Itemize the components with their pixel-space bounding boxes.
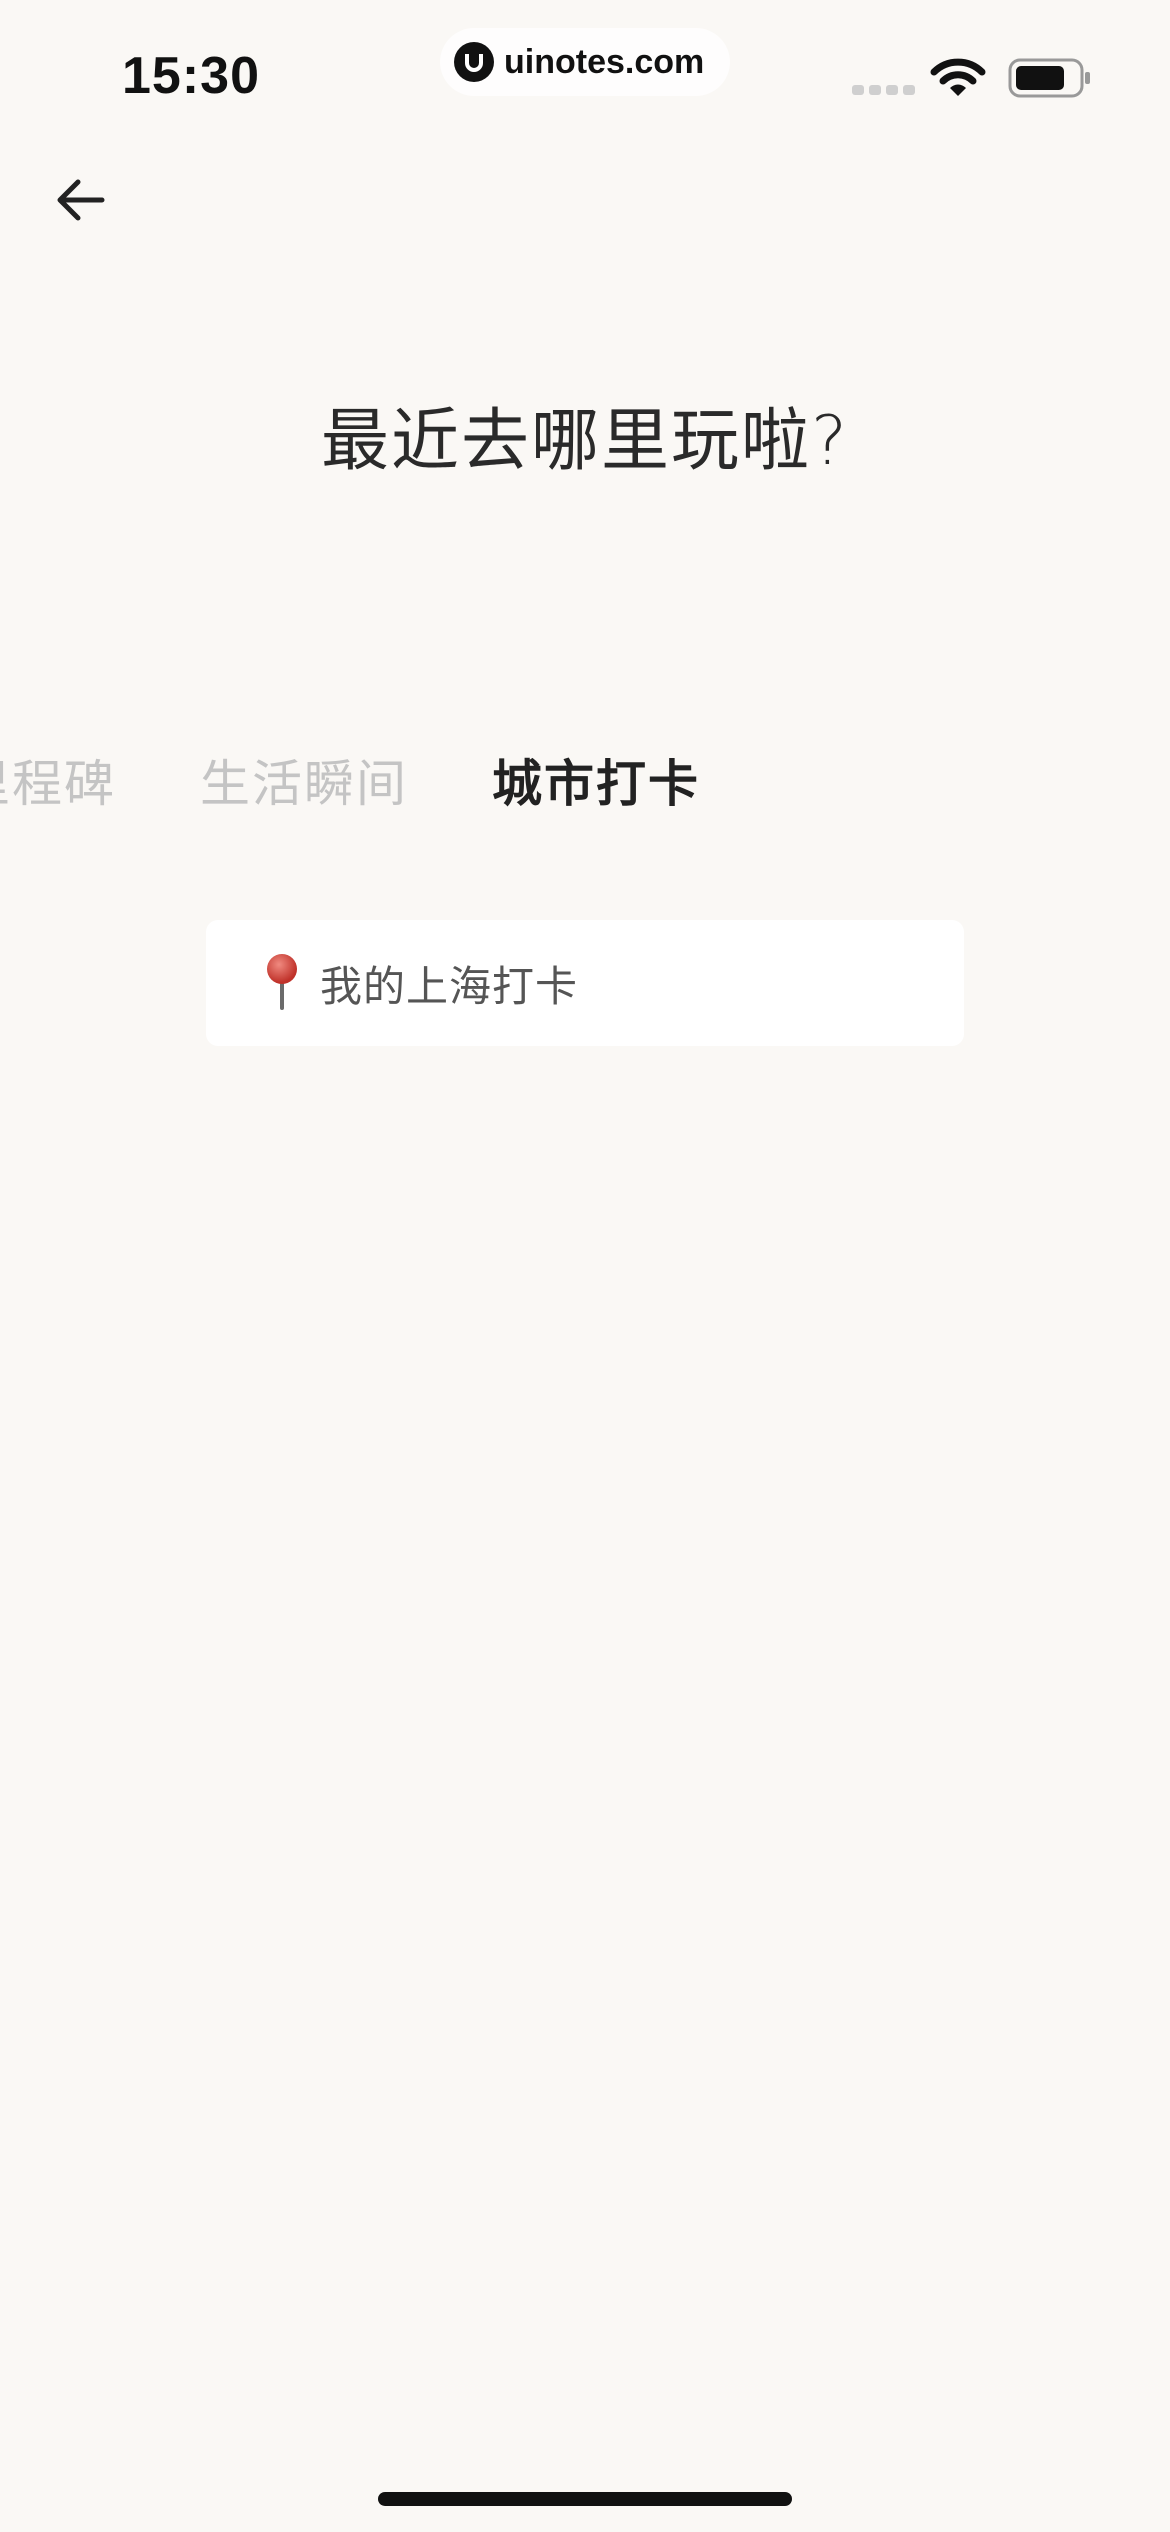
uinotes-logo-icon — [454, 42, 494, 82]
tab-life-moments[interactable]: 生活瞬间 — [200, 744, 408, 816]
category-tabs: 里程碑 生活瞬间 城市打卡 — [0, 740, 784, 820]
tab-city-checkin[interactable]: 城市打卡 — [492, 744, 700, 816]
battery-icon — [1008, 58, 1092, 102]
status-time: 15:30 — [122, 47, 260, 105]
back-button[interactable] — [40, 160, 120, 240]
wifi-icon — [930, 58, 986, 102]
page-title: 最近去哪里玩啦? — [320, 402, 850, 481]
home-indicator[interactable] — [378, 2492, 792, 2506]
round-pushpin-icon — [262, 952, 302, 1014]
arrow-left-icon — [57, 179, 105, 221]
location-checkin-label: 我的上海打卡 — [320, 961, 579, 1011]
watermark-badge: uinotes.com — [440, 28, 730, 96]
watermark-text: uinotes.com — [504, 42, 705, 81]
location-checkin-card[interactable]: 我的上海打卡 — [206, 920, 964, 1046]
cellular-signal-icon — [852, 82, 916, 101]
tab-milestone[interactable]: 里程碑 — [0, 744, 116, 816]
